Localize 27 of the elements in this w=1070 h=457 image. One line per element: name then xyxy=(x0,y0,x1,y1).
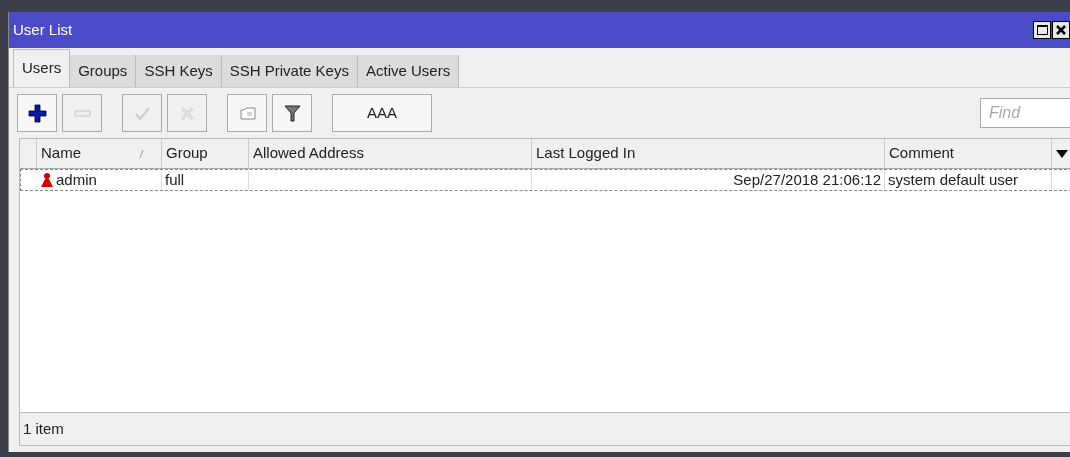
window-title: User List xyxy=(13,19,74,40)
tab[interactable]: SSH Private Keys xyxy=(221,55,358,87)
user-icon xyxy=(40,172,54,188)
find-field[interactable]: Find xyxy=(980,98,1070,128)
column-header[interactable]: Comment xyxy=(889,142,955,165)
dropdown-icon[interactable] xyxy=(1056,149,1068,158)
tab[interactable]: Users xyxy=(13,49,71,87)
tab[interactable]: SSH Keys xyxy=(136,55,222,87)
column-header[interactable]: Name xyxy=(41,142,81,165)
tab[interactable]: Active Users xyxy=(357,55,460,87)
column-header[interactable]: Last Logged In xyxy=(536,142,636,165)
close-button[interactable] xyxy=(1052,21,1070,39)
aaa-button[interactable]: AAA xyxy=(332,94,432,132)
filter-icon xyxy=(282,103,302,123)
table-cell-text: Sep/27/2018 21:06:12 xyxy=(733,169,881,190)
table-cell-text: system default user xyxy=(888,169,1019,190)
close-icon xyxy=(1056,25,1066,35)
tab[interactable]: Groups xyxy=(70,55,137,87)
table-cell-text: admin xyxy=(56,169,97,190)
status-text: 1 item xyxy=(23,418,64,439)
filter-button[interactable] xyxy=(272,94,312,132)
column-header[interactable]: Allowed Address xyxy=(253,142,364,165)
column-header[interactable]: Group xyxy=(166,142,208,165)
plus-icon xyxy=(27,103,47,123)
maximize-button[interactable] xyxy=(1033,21,1051,39)
add-button[interactable] xyxy=(17,94,57,132)
table-cell-text: full xyxy=(165,169,185,190)
